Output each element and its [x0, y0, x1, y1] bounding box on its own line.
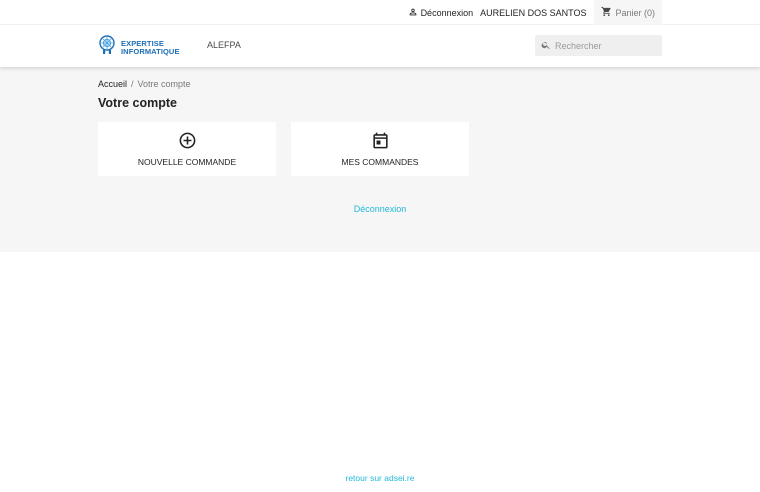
nav-item-alefpa[interactable]: ALEFPA	[207, 40, 241, 50]
cart-label: Panier (0)	[615, 7, 655, 18]
person-icon	[408, 7, 418, 19]
logo-line-2: INFORMATIQUE	[121, 46, 180, 56]
top-logout-link[interactable]: Déconnexion	[408, 7, 474, 19]
search-box	[535, 35, 662, 56]
breadcrumb-home[interactable]: Accueil	[98, 79, 127, 89]
logout-link-text[interactable]: Déconnexion	[354, 204, 407, 214]
new-order-card[interactable]: NOUVELLE COMMANDE	[98, 122, 276, 176]
calendar-icon	[371, 131, 390, 150]
new-order-label: NOUVELLE COMMANDE	[137, 157, 237, 167]
add-circle-icon	[178, 131, 197, 150]
logout-link: Déconnexion	[0, 204, 760, 214]
top-bar: Déconnexion AURELIEN DOS SANTOS Panier (…	[0, 0, 760, 25]
my-orders-label: MES COMMANDES	[341, 157, 419, 167]
shopping-cart-icon	[601, 6, 612, 19]
cart-button[interactable]: Panier (0)	[594, 0, 662, 25]
site-header: EXPERTISE INFORMATIQUE ALEFPA	[0, 25, 760, 67]
footer-return-link[interactable]: retour sur adsei.re	[346, 473, 415, 483]
search-input[interactable]	[555, 40, 655, 51]
top-logout-label: Déconnexion	[420, 7, 474, 18]
breadcrumb-current: Votre compte	[137, 79, 191, 89]
site-logo[interactable]: EXPERTISE INFORMATIQUE	[98, 35, 180, 60]
breadcrumb-separator: /	[131, 79, 134, 89]
my-orders-card[interactable]: MES COMMANDES	[291, 122, 469, 176]
logo-emblem-icon	[98, 35, 116, 60]
logo-text: EXPERTISE INFORMATIQUE	[121, 39, 180, 56]
search-icon[interactable]	[541, 37, 551, 55]
footer: retour sur adsei.re	[0, 473, 760, 483]
page-title: Votre compte	[98, 96, 177, 110]
breadcrumb: Accueil / Votre compte	[98, 79, 191, 89]
account-main: Accueil / Votre compte Votre compte NOUV…	[0, 67, 760, 252]
user-name-link[interactable]: AURELIEN DOS SANTOS	[480, 8, 586, 18]
top-bar-user-nav: Déconnexion AURELIEN DOS SANTOS Panier (…	[408, 0, 662, 25]
